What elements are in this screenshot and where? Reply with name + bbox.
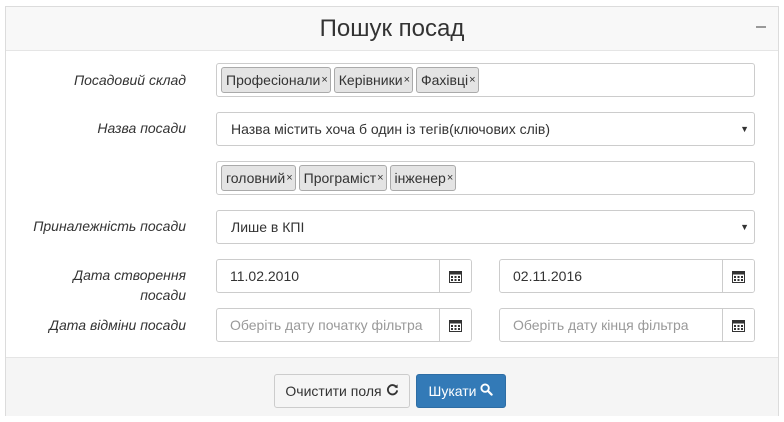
cancellation-date-from-input[interactable]: Оберіть дату початку фільтра [216,308,472,342]
position-name-label: Назва посади [97,120,186,136]
clear-fields-button[interactable]: Очистити поля [274,374,410,408]
calendar-icon[interactable] [439,260,471,292]
tag-label: Фахівці [421,72,469,88]
dropdown-arrow-icon: ▼ [740,124,749,134]
tag-chip: Професіонали × [221,67,331,93]
panel-title: Пошук посад [319,15,465,42]
search-icon [480,383,494,399]
cancellation-date-label: Дата відміни посади [49,317,186,333]
cancellation-date-to-placeholder: Оберіть дату кінця фільтра [513,317,689,333]
tag-label: Професіонали [226,72,321,88]
panel-header: Пошук посад [6,7,778,51]
remove-tag-icon[interactable]: × [447,169,453,187]
calendar-icon[interactable] [722,260,754,292]
position-keywords-tag-input[interactable]: головний × Програміст × інженер × [216,161,755,195]
dropdown-arrow-icon: ▼ [740,222,749,232]
creation-date-label-text: Дата створення посади [73,267,186,303]
search-label: Шукати [428,383,477,399]
tag-label: Програміст [303,170,377,186]
position-name-selected: Назва містить хоча б один із тегів(ключо… [231,121,550,137]
search-panel: Пошук посад Посадовий склад Професіонали… [5,6,779,416]
creation-date-from-input[interactable]: 11.02.2010 [216,259,472,293]
remove-tag-icon[interactable]: × [377,169,383,187]
panel-footer: Очистити поля Шукати [6,357,778,416]
position-affiliation-selected: Лише в КПІ [231,219,305,235]
tag-label: інженер [394,170,446,186]
tag-chip: Програміст × [298,165,387,191]
minus-icon[interactable] [756,26,766,28]
remove-tag-icon[interactable]: × [469,71,475,89]
tag-label: Керівники [338,72,403,88]
cancellation-date-from-placeholder: Оберіть дату початку фільтра [230,317,423,333]
remove-tag-icon[interactable]: × [404,71,410,89]
search-button[interactable]: Шукати [416,374,506,408]
tag-chip: Фахівці × [416,67,479,93]
creation-date-from-value: 11.02.2010 [230,268,300,284]
tag-chip: головний × [221,165,296,191]
creation-date-to-input[interactable]: 02.11.2016 [499,259,755,293]
refresh-icon [386,383,399,399]
position-affiliation-label: Приналежність посади [33,218,186,234]
creation-date-label: Дата створення посади [6,265,186,305]
tag-chip: Керівники × [333,67,413,93]
remove-tag-icon[interactable]: × [321,71,327,89]
calendar-icon[interactable] [722,309,754,341]
cancellation-date-to-input[interactable]: Оберіть дату кінця фільтра [499,308,755,342]
calendar-icon[interactable] [439,309,471,341]
remove-tag-icon[interactable]: × [286,169,292,187]
clear-fields-label: Очистити поля [285,383,382,399]
tag-label: головний [226,170,286,186]
position-name-select[interactable]: Назва містить хоча б один із тегів(ключо… [216,112,755,146]
staff-composition-label: Посадовий склад [73,72,186,88]
creation-date-to-value: 02.11.2016 [513,268,583,284]
staff-composition-tag-input[interactable]: Професіонали × Керівники × Фахівці × [216,63,755,97]
position-affiliation-select[interactable]: Лише в КПІ ▼ [216,210,755,244]
tag-chip: інженер × [389,165,457,191]
